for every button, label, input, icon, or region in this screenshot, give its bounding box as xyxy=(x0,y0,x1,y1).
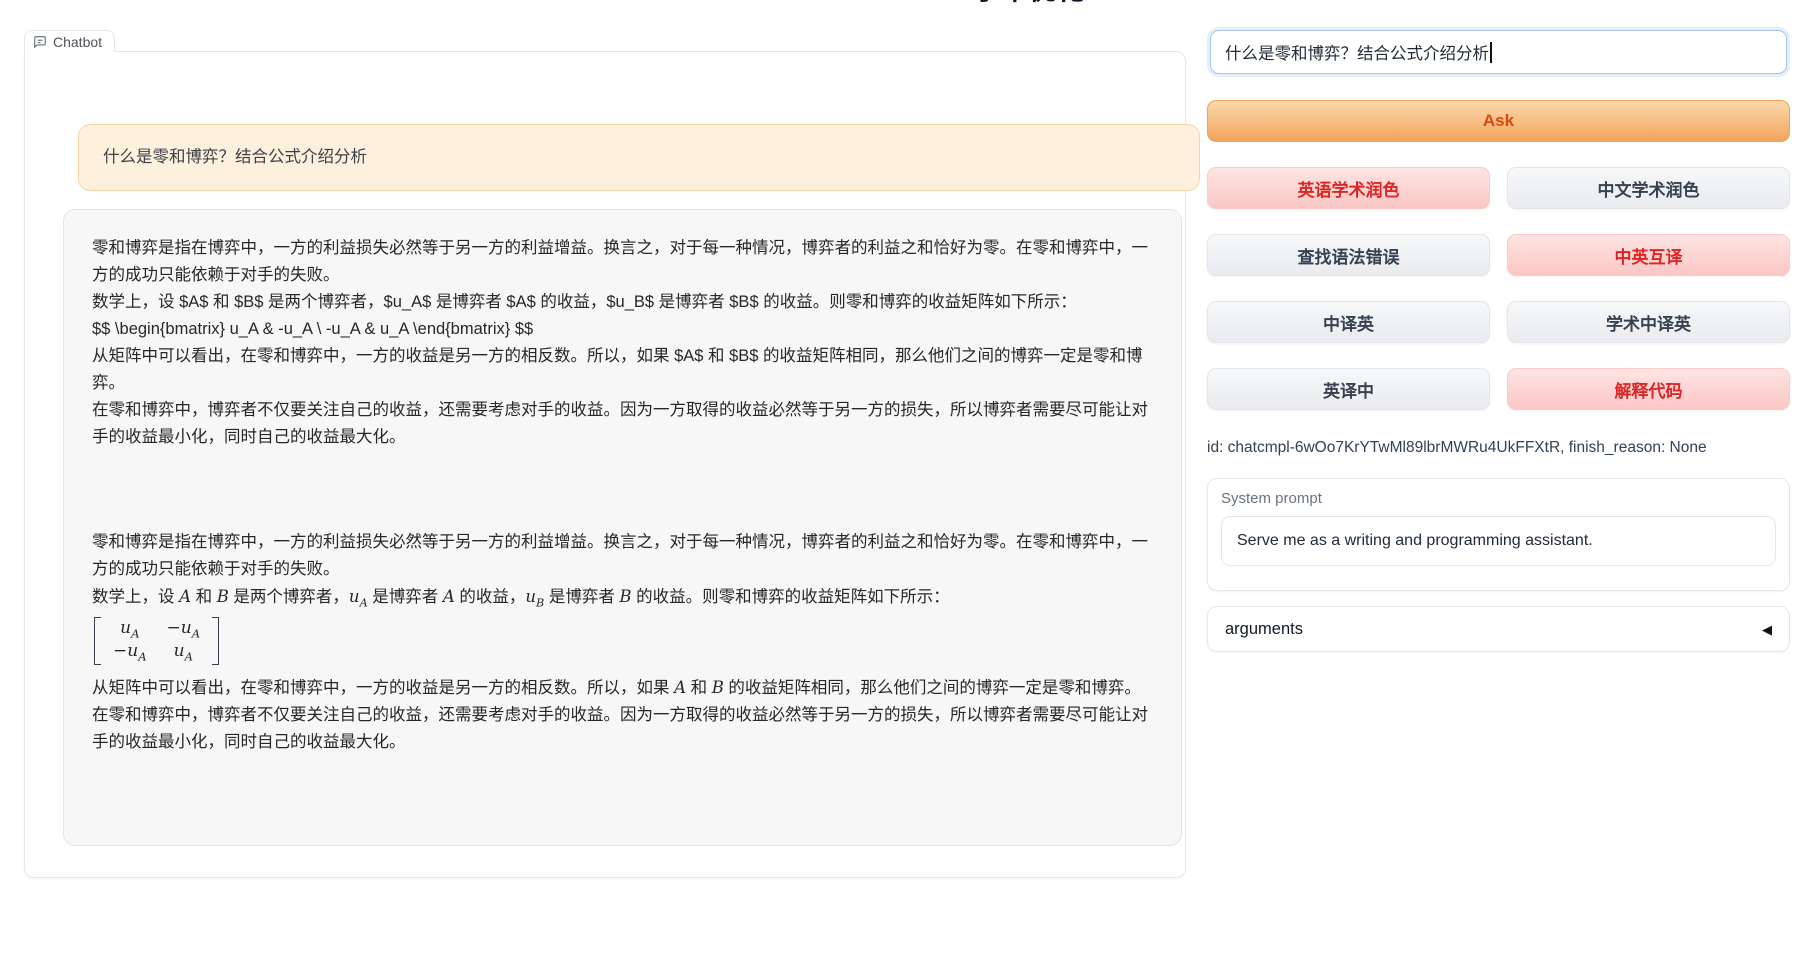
page-title: ChatGPT 学术优化 xyxy=(760,0,1170,6)
math-token: B xyxy=(217,587,229,606)
math-token: uA xyxy=(120,618,139,641)
arguments-accordion-label: arguments xyxy=(1225,620,1303,639)
user-message-text: 什么是零和博弈？结合公式介绍分析 xyxy=(103,148,367,166)
system-prompt-input[interactable]: Serve me as a writing and programming as… xyxy=(1221,516,1776,566)
system-prompt-box: System prompt Serve me as a writing and … xyxy=(1207,478,1790,591)
math-token: −uA xyxy=(167,618,201,641)
payoff-matrix: uA−uA−uAuA xyxy=(94,617,219,665)
math-token: A xyxy=(443,587,455,606)
response-status-line: id: chatcmpl-6wOo7KrYTwMl89lbrMWRu4UkFFX… xyxy=(1207,439,1790,457)
chatbot-label: Chatbot xyxy=(24,30,115,52)
bot-message-line: uA−uA−uAuA xyxy=(92,613,1153,674)
bot-message-line: 从矩阵中可以看出，在零和博弈中，一方的收益是另一方的相反数。所以，如果 $A$ … xyxy=(92,343,1153,397)
math-token: B xyxy=(619,587,631,606)
matrix-left-bracket xyxy=(94,617,101,665)
bot-message-bubble: 零和博弈是指在博弈中，一方的利益损失必然等于另一方的利益增益。换言之，对于每一种… xyxy=(63,209,1182,846)
math-token: uA xyxy=(174,641,193,664)
quick-buttons-grid: 英语学术润色中文学术润色查找语法错误中英互译中译英学术中译英英译中解释代码 xyxy=(1207,167,1790,410)
math-token: B xyxy=(712,678,724,697)
matrix-right-bracket xyxy=(212,617,219,665)
bot-message-raw-block: 零和博弈是指在博弈中，一方的利益损失必然等于另一方的利益增益。换言之，对于每一种… xyxy=(92,235,1153,451)
quick-button-查找语法错误[interactable]: 查找语法错误 xyxy=(1207,234,1490,276)
bot-message-line: $$ \begin{bmatrix} u_A & -u_A \ -u_A & u… xyxy=(92,316,1153,343)
quick-button-中英互译[interactable]: 中英互译 xyxy=(1507,234,1790,276)
quick-button-学术中译英[interactable]: 学术中译英 xyxy=(1507,301,1790,343)
bot-message-line: 零和博弈是指在博弈中，一方的利益损失必然等于另一方的利益增益。换言之，对于每一种… xyxy=(92,529,1153,583)
quick-button-英译中[interactable]: 英译中 xyxy=(1207,368,1490,410)
math-token: −uA xyxy=(113,641,147,664)
quick-button-解释代码[interactable]: 解释代码 xyxy=(1507,368,1790,410)
matrix-entries: uA−uA−uAuA xyxy=(101,617,212,665)
system-prompt-label: System prompt xyxy=(1221,490,1776,507)
math-token: A xyxy=(179,587,191,606)
quick-button-中文学术润色[interactable]: 中文学术润色 xyxy=(1507,167,1790,209)
bot-message-line: 零和博弈是指在博弈中，一方的利益损失必然等于另一方的利益增益。换言之，对于每一种… xyxy=(92,235,1153,289)
chatbot-panel: 什么是零和博弈？结合公式介绍分析 零和博弈是指在博弈中，一方的利益损失必然等于另… xyxy=(24,51,1186,878)
arguments-accordion[interactable]: arguments ◀ xyxy=(1207,606,1790,652)
bot-message-line: 数学上，设 A 和 B 是两个博弈者，uA 是博弈者 A 的收益，uB 是博弈者… xyxy=(92,583,1153,613)
accordion-collapse-icon[interactable]: ◀ xyxy=(1762,623,1772,636)
user-message-bubble: 什么是零和博弈？结合公式介绍分析 xyxy=(78,124,1200,191)
bot-message-line: 数学上，设 $A$ 和 $B$ 是两个博弈者，$u_A$ 是博弈者 $A$ 的收… xyxy=(92,289,1153,316)
math-token: A xyxy=(674,678,686,697)
question-input-value: 什么是零和博弈？结合公式介绍分析 xyxy=(1225,40,1489,64)
quick-button-中译英[interactable]: 中译英 xyxy=(1207,301,1490,343)
chatbot-label-text: Chatbot xyxy=(53,34,102,50)
quick-button-英语学术润色[interactable]: 英语学术润色 xyxy=(1207,167,1490,209)
ask-button[interactable]: Ask xyxy=(1207,100,1790,142)
question-input[interactable]: 什么是零和博弈？结合公式介绍分析 xyxy=(1210,30,1787,74)
bot-message-line: 在零和博弈中，博弈者不仅要关注自己的收益，还需要考虑对手的收益。因为一方取得的收… xyxy=(92,702,1153,756)
math-token: uA xyxy=(349,587,368,606)
text-caret xyxy=(1490,42,1492,63)
bot-message-rendered-block: 零和博弈是指在博弈中，一方的利益损失必然等于另一方的利益增益。换言之，对于每一种… xyxy=(92,529,1153,756)
bot-message-line: 在零和博弈中，博弈者不仅要关注自己的收益，还需要考虑对手的收益。因为一方取得的收… xyxy=(92,397,1153,451)
math-token: uB xyxy=(525,587,544,606)
chat-bubble-icon xyxy=(33,35,47,49)
message-block-gap xyxy=(92,451,1153,529)
system-prompt-value: Serve me as a writing and programming as… xyxy=(1237,532,1593,550)
bot-message-line: 从矩阵中可以看出，在零和博弈中，一方的收益是另一方的相反数。所以，如果 A 和 … xyxy=(92,674,1153,702)
